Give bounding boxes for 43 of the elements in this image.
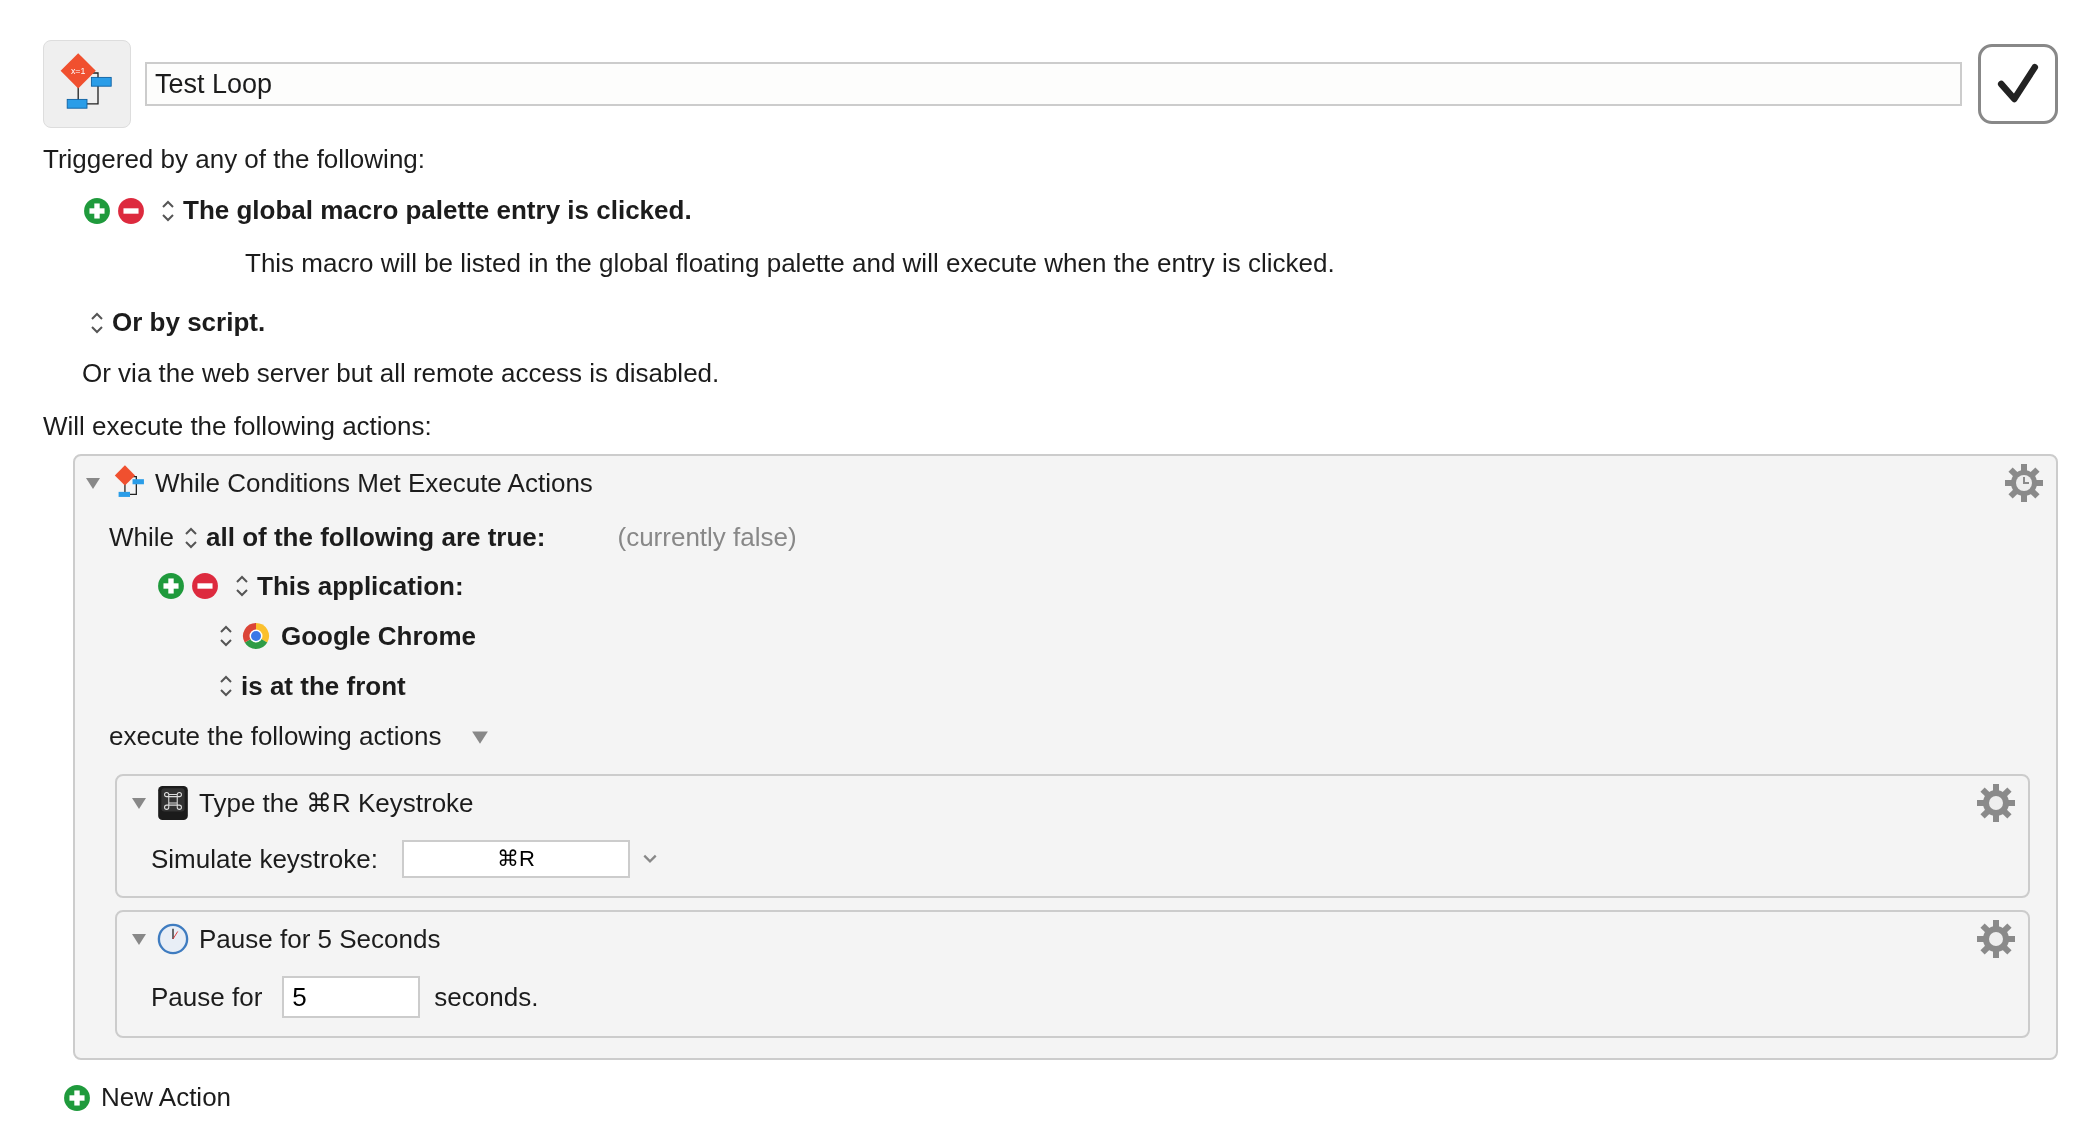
stepper-icon[interactable] (219, 673, 233, 699)
disclosure-triangle-icon[interactable] (131, 795, 147, 811)
add-icon[interactable] (63, 1083, 91, 1112)
unit-label: seconds. (434, 981, 539, 1013)
new-action-link[interactable]: New Action (101, 1082, 232, 1113)
stepper-icon[interactable] (235, 573, 249, 599)
condition-label: This application: (257, 570, 464, 602)
chevron-down-icon[interactable] (641, 853, 658, 865)
key-icon (157, 785, 189, 821)
add-icon[interactable] (83, 196, 111, 225)
macro-icon-button[interactable]: x=1 (43, 40, 131, 128)
section-heading: Triggered by any of the following: (43, 144, 427, 175)
clock-icon (157, 921, 189, 957)
browser-logo-icon (241, 621, 271, 651)
web-server-note: Or via the web server but all remote access is disabled. (82, 358, 721, 389)
while-label: While (109, 522, 174, 553)
execute-label: execute the following actions (109, 721, 442, 752)
action-title: Pause for 5 Seconds (199, 923, 442, 955)
script-trigger-label: Or by script. (112, 307, 266, 338)
condition-status: (currently false) (617, 522, 797, 553)
field-label: Pause for (151, 981, 263, 1013)
keystroke-field[interactable]: ⌘R (401, 840, 630, 878)
macro-name-field[interactable]: Test Loop (145, 62, 1962, 106)
remove-icon[interactable] (117, 196, 145, 225)
stepper-icon[interactable] (219, 623, 233, 649)
action-title: Type the ⌘R Keystroke (199, 787, 475, 819)
condition-state: is at the front (241, 670, 406, 702)
action-title: While Conditions Met Execute Actions (155, 467, 594, 499)
gear-clock-icon[interactable] (2004, 463, 2044, 503)
disclosure-triangle-icon[interactable] (85, 475, 101, 491)
add-icon[interactable] (157, 572, 185, 600)
field-label: Simulate keystroke: (151, 843, 378, 875)
seconds-field[interactable]: 5 (282, 976, 421, 1018)
remove-icon[interactable] (191, 572, 219, 600)
trigger-description: This macro will be listed in the global floating palette and will execute when the entry is clicked. (245, 248, 1336, 279)
trigger-label: The global macro palette entry is clicked. (183, 195, 692, 226)
section-heading: Will execute the following actions: (43, 411, 433, 442)
application-name: Google Chrome (281, 620, 476, 652)
gear-icon[interactable] (1976, 783, 2016, 823)
enable-checkbox[interactable] (1978, 44, 2058, 124)
condition-match-label: all of the following are true: (206, 522, 546, 553)
gear-icon[interactable] (1976, 919, 2016, 959)
disclosure-triangle-icon[interactable] (131, 931, 147, 947)
